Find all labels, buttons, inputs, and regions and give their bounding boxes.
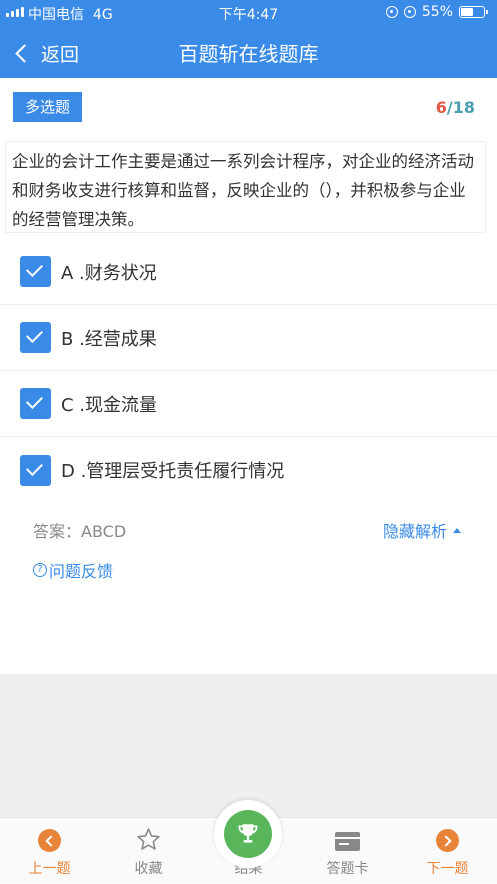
question-type-badge: 多选题 <box>13 92 83 122</box>
next-question-button[interactable]: 下一题 <box>398 818 497 884</box>
page-title: 百题斩在线题库 <box>178 42 319 66</box>
checkbox-checked-icon[interactable] <box>20 256 51 287</box>
option-label: C .现金流量 <box>61 394 158 416</box>
option-b[interactable]: B .经营成果 <box>0 305 497 371</box>
option-c[interactable]: C .现金流量 <box>0 371 497 437</box>
progress-current: 6 <box>435 98 447 117</box>
content-background <box>0 674 497 817</box>
option-d[interactable]: D .管理层受托责任履行情况 <box>0 437 497 503</box>
answer-card-label: 答题卡 <box>326 861 369 877</box>
feedback-link[interactable]: ? 问题反馈 <box>33 558 113 582</box>
next-label: 下一题 <box>426 861 469 877</box>
hide-analysis-label: 隐藏解析 <box>382 522 447 541</box>
status-bar: 中国电信 4G 下午4:47 55% <box>0 0 497 26</box>
checkbox-checked-icon[interactable] <box>20 454 51 486</box>
favorite-label: 收藏 <box>134 861 163 877</box>
progress-total: 18 <box>452 98 475 117</box>
status-right: 55% <box>385 4 488 20</box>
trophy-circle <box>224 810 272 858</box>
option-label: A .财务状况 <box>61 262 157 284</box>
card-icon <box>335 832 360 851</box>
answer-card-button[interactable]: 答题卡 <box>298 818 397 884</box>
bottom-toolbar: 上一题 收藏 结果 答题卡 下一题 <box>0 800 497 884</box>
trophy-icon <box>238 824 258 843</box>
arrow-left-circle-icon <box>38 829 61 852</box>
rotation-lock-icon <box>385 6 398 18</box>
answer-text: 答案：ABCD <box>33 522 127 541</box>
caret-up-icon <box>453 527 461 533</box>
alarm-icon <box>403 6 416 18</box>
battery-percent: 55% <box>421 4 453 20</box>
battery-icon <box>459 6 488 18</box>
checkbox-checked-icon[interactable] <box>20 388 51 419</box>
feedback-label: 问题反馈 <box>49 562 114 581</box>
option-label: D .管理层受托责任履行情况 <box>61 461 285 482</box>
result-trophy-button[interactable] <box>214 800 282 868</box>
favorite-button[interactable]: 收藏 <box>99 818 198 884</box>
star-icon <box>137 828 160 850</box>
question-circle-icon: ? <box>33 563 47 577</box>
prev-label: 上一题 <box>28 861 71 877</box>
option-a[interactable]: A .财务状况 <box>0 239 497 305</box>
arrow-right-circle-icon <box>436 829 459 852</box>
option-label: B .经营成果 <box>61 328 157 350</box>
question-progress: 6/18 <box>436 98 475 117</box>
nav-bar: 返回 百题斩在线题库 <box>0 26 497 78</box>
battery-fill <box>461 8 473 16</box>
prev-question-button[interactable]: 上一题 <box>0 818 99 884</box>
checkbox-checked-icon[interactable] <box>20 322 51 353</box>
question-text: 企业的会计工作主要是通过一系列会计程序，对企业的经济活动和财务收支进行核算和监督… <box>5 141 486 233</box>
hide-analysis-button[interactable]: 隐藏解析 <box>383 518 461 542</box>
